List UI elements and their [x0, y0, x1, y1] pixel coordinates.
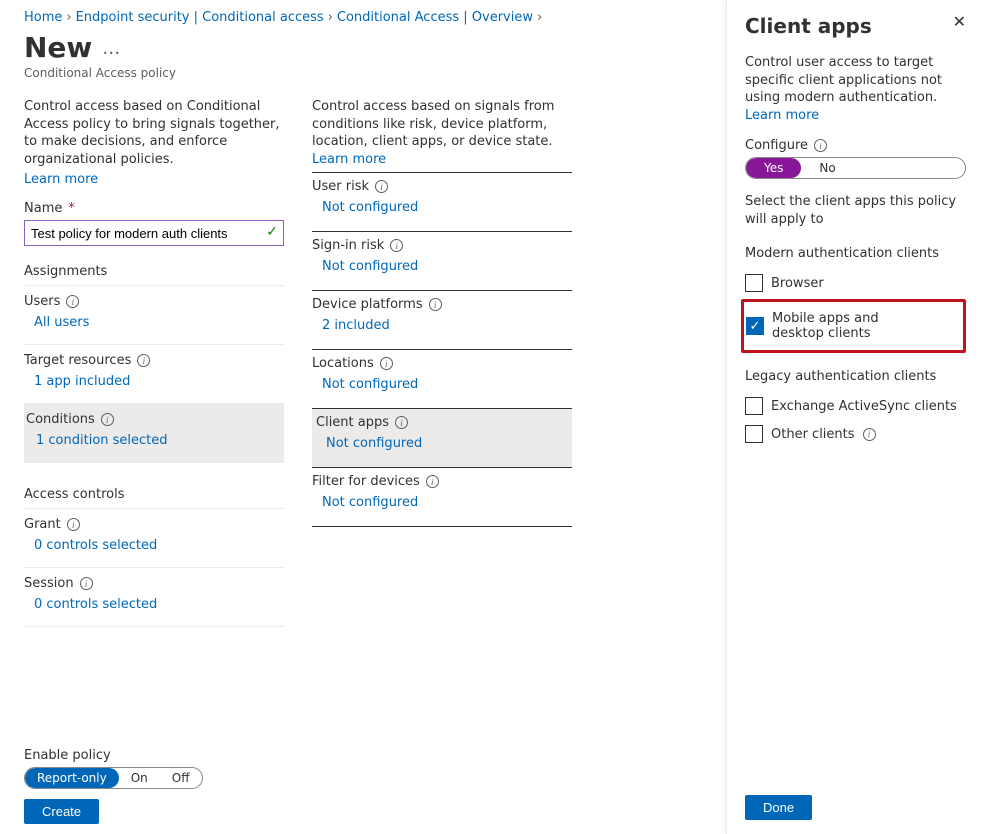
enable-policy-off[interactable]: Off — [160, 768, 202, 788]
page-subtitle: Conditional Access policy — [24, 66, 706, 80]
user-risk-item[interactable]: User risk i Not configured — [312, 173, 572, 232]
breadcrumb-endpoint-security[interactable]: Endpoint security | Conditional access — [76, 10, 324, 25]
client-apps-panel: Client apps ✕ Control user access to tar… — [726, 0, 984, 834]
device-platforms-label: Device platforms — [312, 297, 423, 312]
user-risk-label: User risk — [312, 179, 369, 194]
target-resources-value[interactable]: 1 app included — [24, 368, 284, 395]
check-icon: ✓ — [266, 224, 278, 240]
more-actions-button[interactable]: … — [102, 40, 120, 58]
info-icon[interactable]: i — [814, 139, 827, 152]
checkbox-icon — [745, 274, 763, 292]
info-icon[interactable]: i — [390, 239, 403, 252]
chevron-right-icon: › — [537, 10, 542, 25]
checkbox-icon — [745, 397, 763, 415]
enable-policy-on[interactable]: On — [119, 768, 160, 788]
panel-learn-more-link[interactable]: Learn more — [745, 108, 819, 123]
chevron-right-icon: › — [66, 10, 71, 25]
learn-more-conditions-link[interactable]: Learn more — [312, 152, 386, 167]
highlight-annotation: Mobile apps and desktop clients — [741, 299, 966, 353]
create-button[interactable]: Create — [24, 799, 99, 824]
breadcrumb-home[interactable]: Home — [24, 10, 62, 25]
legacy-auth-group-label: Legacy authentication clients — [745, 369, 966, 384]
conditions-intro-text: Control access based on signals from con… — [312, 98, 572, 168]
select-client-apps-text: Select the client apps this policy will … — [745, 193, 966, 228]
signin-risk-label: Sign-in risk — [312, 238, 384, 253]
policy-intro-text: Control access based on Conditional Acce… — [24, 98, 284, 168]
checkbox-exchange-activesync[interactable]: Exchange ActiveSync clients — [745, 392, 966, 420]
configure-label: Configure — [745, 138, 808, 153]
checkbox-mobile-desktop[interactable]: Mobile apps and desktop clients — [746, 306, 923, 346]
modern-auth-group-label: Modern authentication clients — [745, 246, 966, 261]
checkbox-exchange-activesync-label: Exchange ActiveSync clients — [771, 399, 957, 414]
chevron-right-icon: › — [328, 10, 333, 25]
configure-toggle[interactable]: Yes No — [745, 157, 966, 179]
users-item[interactable]: Users i All users — [24, 286, 284, 345]
checkbox-icon — [746, 317, 764, 335]
signin-risk-item[interactable]: Sign-in risk i Not configured — [312, 232, 572, 291]
checkbox-other-clients[interactable]: Other clients i — [745, 420, 966, 448]
panel-description: Control user access to target specific c… — [745, 54, 966, 124]
info-icon[interactable]: i — [863, 428, 876, 441]
assignments-header: Assignments — [24, 264, 284, 286]
close-icon[interactable]: ✕ — [953, 14, 966, 30]
checkbox-browser[interactable]: Browser — [745, 269, 966, 297]
target-resources-label: Target resources — [24, 353, 131, 368]
users-value[interactable]: All users — [24, 309, 284, 336]
configure-yes[interactable]: Yes — [746, 158, 801, 178]
name-label: Name — [24, 201, 62, 216]
users-label: Users — [24, 294, 60, 309]
required-indicator: * — [68, 201, 75, 216]
enable-policy-report-only[interactable]: Report-only — [25, 768, 119, 788]
info-icon[interactable]: i — [429, 298, 442, 311]
info-icon[interactable]: i — [375, 180, 388, 193]
locations-item[interactable]: Locations i Not configured — [312, 350, 572, 409]
policy-name-input[interactable] — [24, 220, 284, 246]
signin-risk-value[interactable]: Not configured — [312, 253, 572, 280]
enable-policy-toggle[interactable]: Report-only On Off — [24, 767, 203, 789]
configure-no[interactable]: No — [801, 158, 853, 178]
checkbox-mobile-desktop-label: Mobile apps and desktop clients — [772, 311, 923, 341]
panel-title: Client apps — [745, 14, 872, 38]
info-icon[interactable]: i — [66, 295, 79, 308]
learn-more-link[interactable]: Learn more — [24, 172, 98, 187]
page-title: New — [24, 31, 92, 64]
info-icon[interactable]: i — [380, 357, 393, 370]
locations-label: Locations — [312, 356, 374, 371]
user-risk-value[interactable]: Not configured — [312, 194, 572, 221]
device-platforms-item[interactable]: Device platforms i 2 included — [312, 291, 572, 350]
enable-policy-label: Enable policy — [24, 748, 706, 763]
breadcrumb: Home › Endpoint security | Conditional a… — [24, 10, 706, 25]
checkbox-icon — [745, 425, 763, 443]
breadcrumb-conditional-access-overview[interactable]: Conditional Access | Overview — [337, 10, 533, 25]
info-icon[interactable]: i — [137, 354, 150, 367]
checkbox-other-clients-label: Other clients — [771, 427, 855, 442]
target-resources-item[interactable]: Target resources i 1 app included — [24, 345, 284, 404]
device-platforms-value[interactable]: 2 included — [312, 312, 572, 339]
done-button[interactable]: Done — [745, 795, 812, 820]
locations-value[interactable]: Not configured — [312, 371, 572, 398]
checkbox-browser-label: Browser — [771, 276, 824, 291]
